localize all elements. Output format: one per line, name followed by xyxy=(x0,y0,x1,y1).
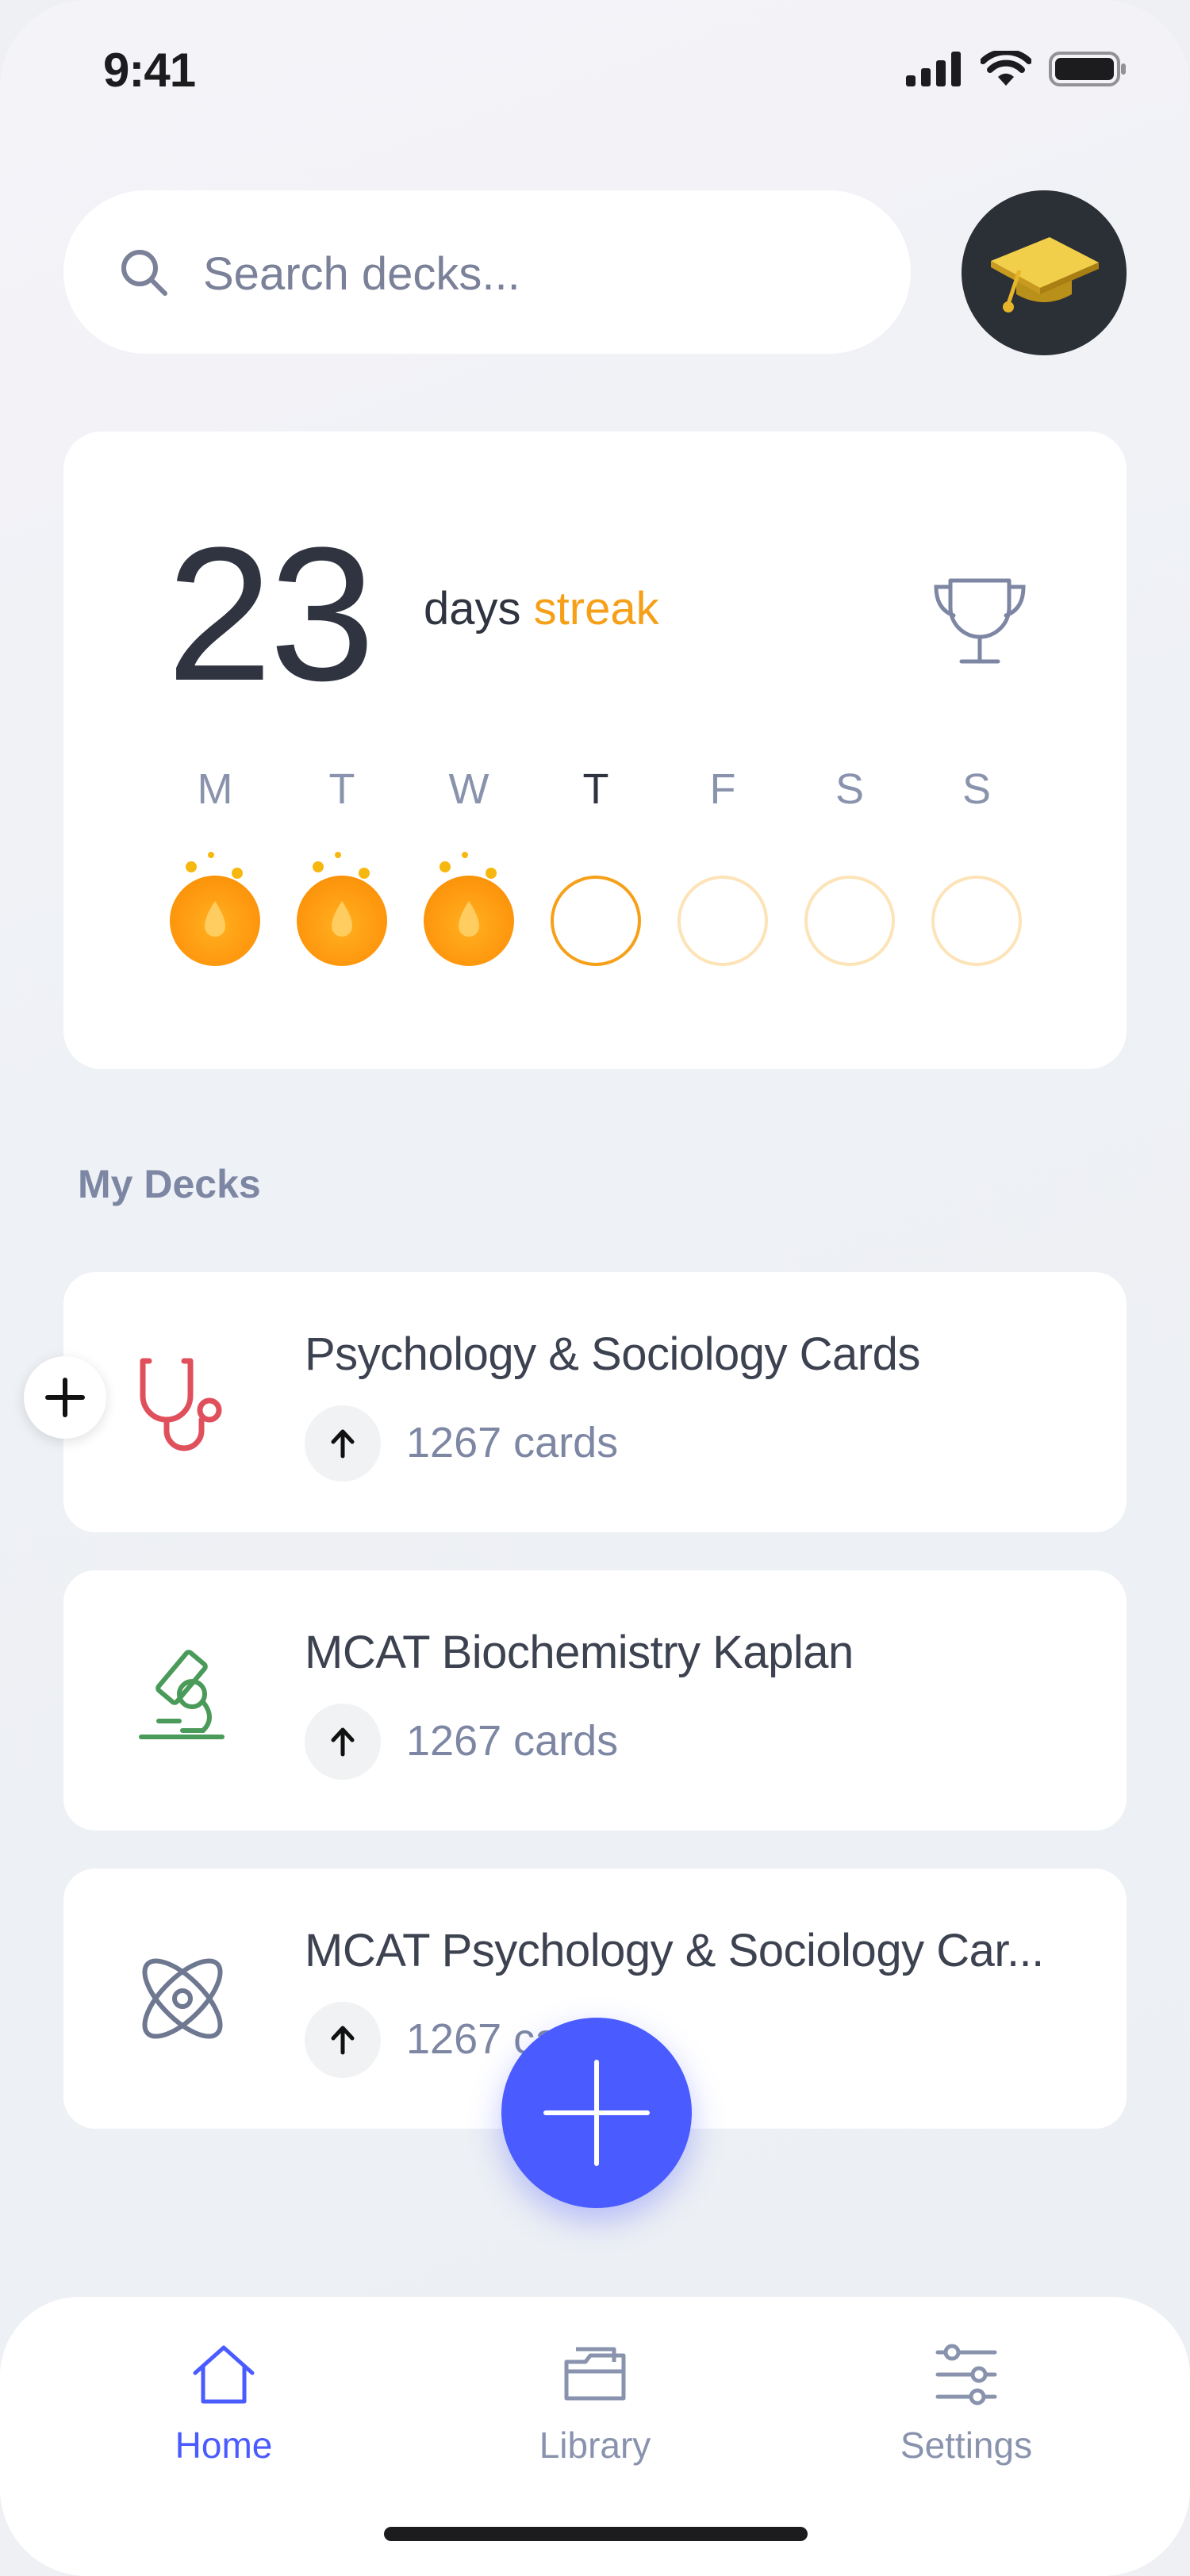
sparkle-dot xyxy=(486,868,497,879)
signal-icon xyxy=(906,52,961,86)
side-add-button[interactable] xyxy=(24,1356,106,1439)
weekday-labels: M T W T F S S xyxy=(63,765,1127,828)
day-dot-done xyxy=(170,876,260,966)
deck-title: MCAT Psychology & Sociology Car... xyxy=(305,1925,1044,1976)
search-input[interactable] xyxy=(203,238,869,309)
streak-count: 23 xyxy=(167,508,375,720)
streak-card: 23 days streak M T W T F S S xyxy=(63,431,1127,1069)
home-icon xyxy=(193,2345,255,2404)
stethoscope-icon xyxy=(140,1358,222,1451)
tab-settings[interactable]: Settings xyxy=(847,2341,1085,2500)
graduation-cap-icon xyxy=(991,237,1099,312)
sparkle-dot xyxy=(313,861,324,872)
tab-library[interactable]: Library xyxy=(476,2341,714,2500)
folder-icon xyxy=(564,2347,626,2401)
flame-icon xyxy=(205,901,225,937)
battery-icon xyxy=(1049,52,1126,86)
day-dot-future xyxy=(804,876,895,966)
status-time: 9:41 xyxy=(103,44,196,97)
day-dot-done xyxy=(424,876,514,966)
sparkle-dot xyxy=(359,868,370,879)
weekday-thu: T xyxy=(582,765,609,813)
tab-label: Home xyxy=(175,2425,273,2466)
sparkle-dot xyxy=(232,868,243,879)
plus-icon xyxy=(45,1378,85,1417)
sparkle-dot xyxy=(186,861,197,872)
home-indicator xyxy=(384,2527,808,2541)
plus-icon xyxy=(543,2060,650,2166)
deck-upload-button[interactable] xyxy=(305,2002,381,2078)
deck-upload-button[interactable] xyxy=(305,1405,381,1482)
weekday-wed: W xyxy=(448,765,489,813)
deck-title: Psychology & Sociology Cards xyxy=(305,1328,920,1380)
deck-card-count: 1267 cards xyxy=(406,1419,619,1466)
sparkle-dot xyxy=(440,861,451,872)
status-icons xyxy=(906,51,1127,87)
day-dot-future xyxy=(678,876,768,966)
streak-caption: days streak xyxy=(424,582,659,635)
sparkle-dot xyxy=(462,852,468,858)
deck-upload-button[interactable] xyxy=(305,1704,381,1780)
sliders-icon xyxy=(935,2344,997,2405)
sparkle-dot xyxy=(335,852,341,858)
tab-label: Settings xyxy=(900,2425,1033,2466)
sparkle-dot xyxy=(208,852,214,858)
flame-icon xyxy=(332,901,352,937)
weekday-mon: M xyxy=(197,765,233,813)
flame-icon xyxy=(459,901,479,937)
wifi-icon xyxy=(981,51,1031,86)
weekday-tue: T xyxy=(328,765,355,813)
day-dot-today xyxy=(551,876,641,966)
deck-card-count: 1267 cards xyxy=(406,1717,619,1765)
atom-icon xyxy=(142,1958,223,2039)
weekday-fri: F xyxy=(709,765,736,813)
arrow-up-icon xyxy=(331,2026,355,2055)
arrow-up-icon xyxy=(331,1727,355,1757)
status-bar: 9:41 xyxy=(0,0,1190,143)
deck-card[interactable]: Psychology & Sociology Cards 1267 cards xyxy=(63,1272,1127,1532)
trophy-icon[interactable] xyxy=(928,566,1031,669)
weekday-sat: S xyxy=(835,765,865,813)
app-screen: 9:41 Search decks... 23 days streak M T … xyxy=(0,0,1190,2576)
avatar[interactable] xyxy=(962,190,1127,355)
deck-card[interactable]: MCAT Biochemistry Kaplan 1267 cards xyxy=(63,1570,1127,1830)
day-dot-future xyxy=(931,876,1022,966)
deck-title: MCAT Biochemistry Kaplan xyxy=(305,1627,854,1678)
streak-week-dots xyxy=(63,844,1127,971)
tab-home[interactable]: Home xyxy=(105,2341,343,2500)
search-bar[interactable] xyxy=(63,190,911,354)
streak-word-label: streak xyxy=(533,583,659,634)
weekday-sun: S xyxy=(962,765,992,813)
streak-days-label: days xyxy=(424,583,521,634)
tab-label: Library xyxy=(539,2425,651,2466)
arrow-up-icon xyxy=(331,1429,355,1459)
day-dot-done xyxy=(297,876,387,966)
add-deck-fab[interactable] xyxy=(501,2018,692,2208)
search-icon xyxy=(121,250,167,296)
section-title: My Decks xyxy=(78,1162,261,1206)
microscope-icon xyxy=(139,1650,225,1739)
